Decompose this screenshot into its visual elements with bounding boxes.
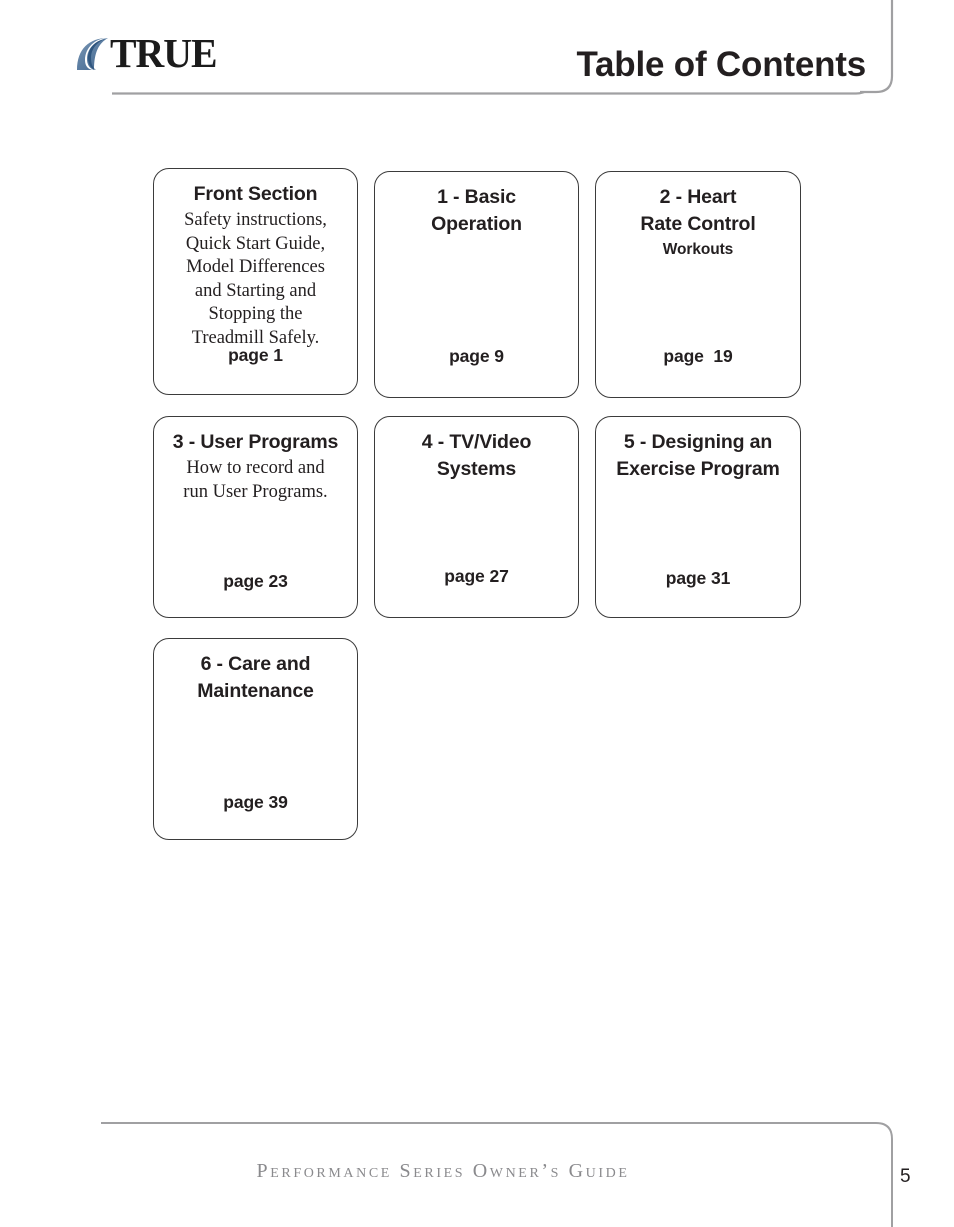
card-body: How to record and run User Programs. [183,458,328,502]
page-title: Table of Contents [576,45,866,84]
page-footer: Performance Series Owner’s Guide 5 [0,1108,954,1227]
logo-wordmark: TRUE [110,30,218,76]
card-page-reference: page 27 [444,566,509,586]
footer-page-number: 5 [900,1166,911,1187]
card-row-2: 3 - User Programs How to record and run … [153,416,805,638]
card-page-reference: page 23 [223,571,288,591]
contents-card-basic-operation[interactable]: 1 - Basic Operation page 9 [374,171,579,398]
page-header: TRUE Table of Contents [0,0,954,110]
card-subheading: Workouts [662,241,734,258]
header-corner-bracket [860,0,894,94]
contents-card-care-and-maintenance[interactable]: 6 - Care and Maintenance page 39 [153,638,358,840]
footer-guide-title: Performance Series Owner’s Guide [256,1160,630,1182]
card-row-1: Front Section Safety instructions, Quick… [153,168,805,416]
card-heading: 6 - Care and Maintenance [197,653,314,702]
contents-card-front-section[interactable]: Front Section Safety instructions, Quick… [153,168,358,395]
contents-card-user-programs[interactable]: 3 - User Programs How to record and run … [153,416,358,618]
card-heading: Front Section [193,183,318,205]
contents-card-designing-exercise-program[interactable]: 5 - Designing an Exercise Program page 3… [595,416,801,618]
header-divider-rule [112,91,868,95]
card-heading: 1 - Basic Operation [431,186,522,235]
card-heading: 5 - Designing an Exercise Program [616,431,780,480]
card-page-reference: page 1 [228,345,283,365]
card-row-3: 6 - Care and Maintenance page 39 [153,638,805,860]
contents-card-grid: Front Section Safety instructions, Quick… [153,168,805,860]
true-brand-logo: TRUE [75,30,275,76]
card-page-reference: page 19 [663,346,733,366]
card-heading: 4 - TV/Video Systems [421,431,532,480]
card-page-reference: page 9 [449,346,504,366]
contents-card-tv-video-systems[interactable]: 4 - TV/Video Systems page 27 [374,416,579,618]
card-body: Safety instructions, Quick Start Guide, … [184,210,327,348]
card-page-reference: page 31 [665,568,731,588]
card-heading: 3 - User Programs [172,431,339,453]
card-heading: 2 - Heart Rate Control [640,186,756,235]
swoosh-logo-icon [75,37,115,71]
contents-card-heart-rate-control[interactable]: 2 - Heart Rate Control Workouts page 19 [595,171,801,398]
card-page-reference: page 39 [223,792,288,812]
